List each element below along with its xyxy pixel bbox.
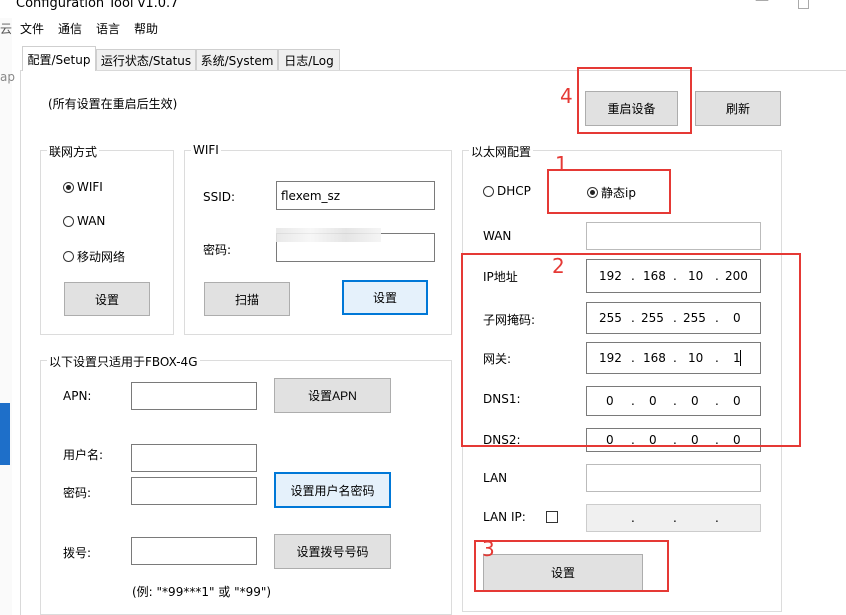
wifi-password-label: 密码: xyxy=(203,243,232,257)
lan-input[interactable] xyxy=(586,464,761,492)
ssid-label: SSID: xyxy=(203,190,236,204)
radio-dhcp-indicator xyxy=(483,185,494,197)
minimize-icon[interactable]: — xyxy=(755,0,769,8)
radio-wan[interactable]: WAN xyxy=(63,214,105,228)
set-apn-button[interactable]: 设置APN xyxy=(274,378,391,413)
radio-wifi[interactable]: WIFI xyxy=(63,180,103,194)
radio-mobile-network[interactable]: 移动网络 xyxy=(63,248,125,265)
fbox-password-input[interactable] xyxy=(131,477,257,505)
tab-log[interactable]: 日志/Log xyxy=(278,49,340,70)
fbox-password-label: 密码: xyxy=(63,486,92,500)
network-mode-title: 联网方式 xyxy=(47,143,100,160)
tab-setup[interactable]: 配置/Setup xyxy=(22,46,96,71)
tab-status[interactable]: 运行状态/Status xyxy=(96,49,196,70)
lan-ip-checkbox[interactable] xyxy=(546,511,558,523)
title-bar: Configuration Tool v1.0.7 — xyxy=(0,0,846,18)
annotation-box-4 xyxy=(577,67,692,134)
username-label: 用户名: xyxy=(63,448,104,462)
background-window-strip: 云 ap xyxy=(0,18,15,615)
background-window-blue-bar xyxy=(0,403,10,465)
username-input[interactable] xyxy=(131,444,257,472)
set-username-password-button[interactable]: 设置用户名密码 xyxy=(274,472,391,508)
menu-item-help[interactable]: 帮助 xyxy=(134,20,158,37)
menu-item-language[interactable]: 语言 xyxy=(96,20,120,37)
set-dial-button[interactable]: 设置拨号号码 xyxy=(274,534,391,569)
wifi-scan-button[interactable]: 扫描 xyxy=(204,282,290,316)
annotation-number-2: 2 xyxy=(552,254,565,278)
background-window-text: 云 xyxy=(0,22,13,36)
dial-example-text: (例: "*99***1" 或 "*99") xyxy=(132,585,272,599)
maximize-icon[interactable] xyxy=(798,0,809,9)
notice-text: (所有设置在重启后生效) xyxy=(48,97,178,111)
radio-wifi-indicator xyxy=(63,181,74,193)
tab-system[interactable]: 系统/System xyxy=(196,49,278,70)
blurred-password-region xyxy=(276,228,381,242)
wifi-set-button[interactable]: 设置 xyxy=(342,280,428,315)
radio-dhcp[interactable]: DHCP xyxy=(483,184,531,198)
dial-input[interactable] xyxy=(131,537,257,565)
network-mode-set-button[interactable]: 设置 xyxy=(64,282,150,316)
menu-bar: 文件 通信 语言 帮助 xyxy=(12,18,846,38)
ethernet-title: 以太网配置 xyxy=(469,143,534,160)
dial-label: 拨号: xyxy=(63,546,92,560)
annotation-number-3: 3 xyxy=(482,537,495,561)
lan-ip-input[interactable]: ... xyxy=(586,504,761,532)
lan-label: LAN xyxy=(483,471,508,485)
annotation-box-2 xyxy=(461,253,801,447)
annotation-number-4: 4 xyxy=(560,84,573,108)
wifi-title: WIFI xyxy=(191,143,221,157)
ssid-input[interactable]: flexem_sz xyxy=(276,181,435,210)
apn-label: APN: xyxy=(63,389,92,403)
window-title: Configuration Tool v1.0.7 xyxy=(16,0,179,11)
apn-input[interactable] xyxy=(131,382,257,410)
wan-label: WAN xyxy=(483,229,512,243)
lan-ip-label: LAN IP: xyxy=(483,510,526,524)
background-window-text-2: ap xyxy=(0,70,15,84)
annotation-box-3 xyxy=(474,540,669,592)
radio-wan-indicator xyxy=(63,215,74,227)
refresh-button[interactable]: 刷新 xyxy=(695,91,781,126)
menu-item-file[interactable]: 文件 xyxy=(20,20,44,37)
wan-input[interactable] xyxy=(586,222,761,250)
menu-item-communication[interactable]: 通信 xyxy=(58,20,82,37)
fbox4g-title: 以下设置只适用于FBOX-4G xyxy=(47,353,200,370)
annotation-number-1: 1 xyxy=(555,152,568,176)
radio-mobile-indicator xyxy=(63,251,74,262)
